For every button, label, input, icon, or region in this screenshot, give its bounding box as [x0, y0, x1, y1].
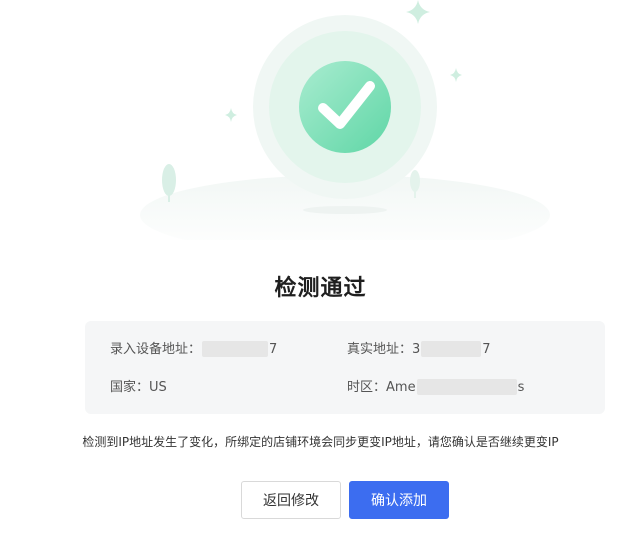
- redacted-value: [416, 378, 517, 395]
- check-circle-icon: [299, 61, 391, 153]
- redacted-value: [202, 340, 269, 357]
- timezone-prefix: Ame: [386, 380, 416, 395]
- timezone-label: 时区：: [347, 380, 387, 395]
- timezone-suffix: s: [517, 380, 525, 395]
- success-illustration: [140, 0, 550, 240]
- confirm-add-button[interactable]: 确认添加: [349, 481, 449, 519]
- entered-ip-label: 录入设备地址：: [110, 342, 202, 357]
- timezone-row: 时区：Ame s: [347, 378, 525, 397]
- real-ip-label: 真实地址：: [347, 342, 413, 357]
- real-ip-row: 真实地址：3 7: [347, 340, 491, 359]
- country-value: US: [149, 380, 167, 395]
- entered-ip-row: 录入设备地址： 7: [110, 340, 278, 359]
- ip-change-notice: 检测到IP地址发生了变化，所绑定的店铺环境会同步更变IP地址，请您确认是否继续更…: [82, 435, 559, 449]
- country-label: 国家：: [110, 380, 150, 395]
- entered-ip-suffix: 7: [269, 342, 278, 357]
- real-ip-prefix: 3: [412, 342, 421, 357]
- redacted-value: [421, 340, 482, 357]
- back-to-edit-button[interactable]: 返回修改: [241, 481, 341, 519]
- real-ip-suffix: 7: [482, 342, 491, 357]
- status-title: 检测通过: [274, 276, 367, 301]
- status-shadow: [303, 206, 387, 214]
- country-row: 国家：US: [110, 379, 167, 397]
- ip-info-panel: 录入设备地址： 7 真实地址：3 7 国家：US 时区：Ame s: [85, 321, 605, 414]
